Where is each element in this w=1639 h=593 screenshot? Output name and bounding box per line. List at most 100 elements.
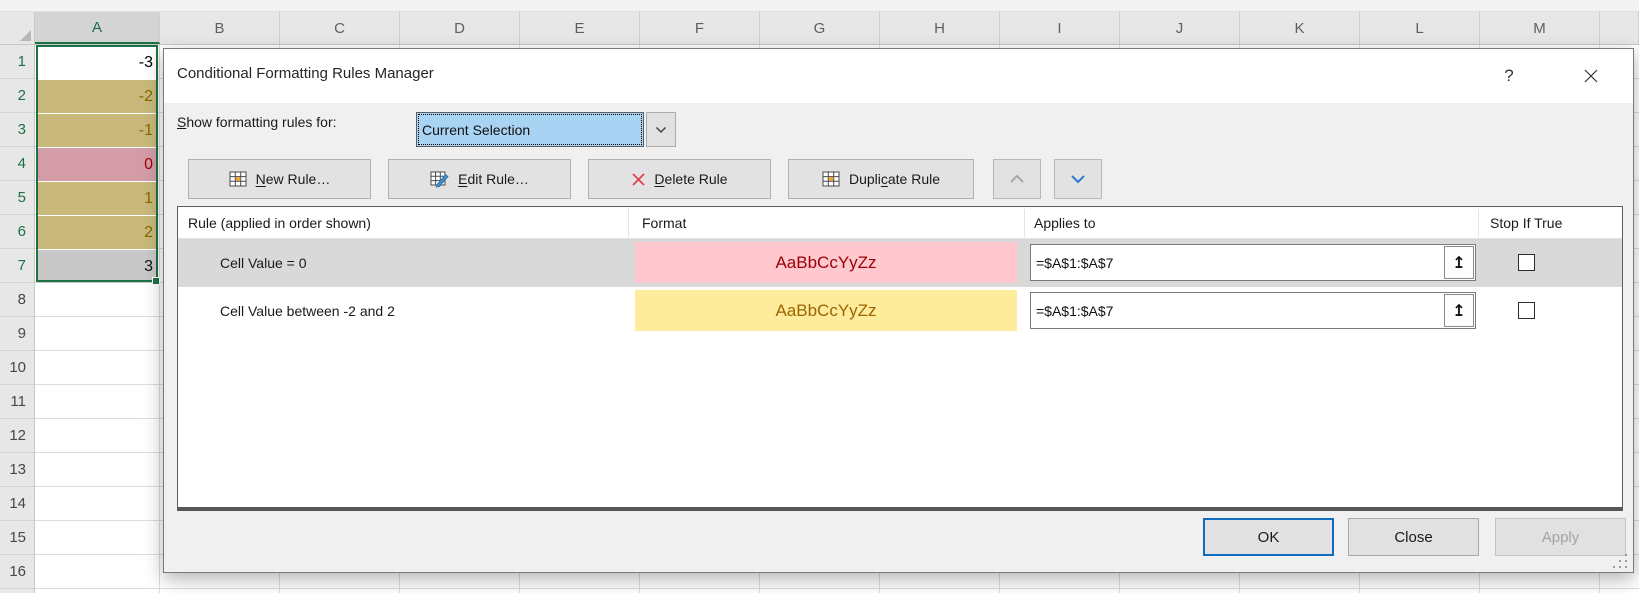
column-header-K[interactable]: K xyxy=(1240,12,1360,44)
header-format: Format xyxy=(642,207,686,239)
duplicate-rule-button[interactable]: Duplicate Rule xyxy=(788,159,974,199)
rule-description: Cell Value between -2 and 2 xyxy=(220,287,395,335)
column-header-D[interactable]: D xyxy=(400,12,520,44)
header-separator xyxy=(1024,209,1025,237)
cell-A1[interactable]: -3 xyxy=(37,46,158,79)
select-all-triangle-icon xyxy=(20,30,31,41)
rule-row-cell-value-0[interactable]: Cell Value = 0 AaBbCcYyZz ↥ xyxy=(178,239,1622,287)
apply-button[interactable]: Apply xyxy=(1495,518,1626,556)
edit-rule-button[interactable]: Edit Rule… xyxy=(388,159,571,199)
row-header-2[interactable]: 2 xyxy=(0,79,34,113)
row-header-12[interactable]: 12 xyxy=(0,419,34,453)
applies-to-field: ↥ xyxy=(1030,244,1476,281)
red-x-icon xyxy=(631,172,646,187)
applies-to-input[interactable] xyxy=(1031,255,1443,271)
row-header-1[interactable]: 1 xyxy=(0,45,34,79)
column-header-G[interactable]: G xyxy=(760,12,880,44)
conditional-formatting-rules-manager-dialog: Conditional Formatting Rules Manager ? S… xyxy=(163,48,1634,573)
chevron-down-icon xyxy=(655,126,667,134)
table-pencil-icon xyxy=(430,171,450,188)
chevron-down-icon xyxy=(1070,174,1086,184)
row-header-gutter: 12345678910111213141516 xyxy=(0,45,35,593)
row-header-8[interactable]: 8 xyxy=(0,283,34,317)
column-header-B[interactable]: B xyxy=(160,12,280,44)
column-header-J[interactable]: J xyxy=(1120,12,1240,44)
row-header-4[interactable]: 4 xyxy=(0,147,34,181)
column-header-H[interactable]: H xyxy=(880,12,1000,44)
applies-to-field: ↥ xyxy=(1030,292,1476,329)
rule-description: Cell Value = 0 xyxy=(220,239,307,287)
column-header-bar: ABCDEFGHIJKLM xyxy=(0,12,1639,45)
table-icon xyxy=(822,171,841,187)
duplicate-rule-label: Duplicate Rule xyxy=(849,171,940,187)
cell-A3[interactable]: -1 xyxy=(37,114,158,147)
fill-handle[interactable] xyxy=(152,277,160,285)
collapse-dialog-button[interactable]: ↥ xyxy=(1444,246,1474,279)
close-dialog-button[interactable] xyxy=(1576,62,1606,90)
move-rule-down-button[interactable] xyxy=(1054,159,1102,199)
row-header-13[interactable]: 13 xyxy=(0,453,34,487)
delete-rule-label: Delete Rule xyxy=(654,171,727,187)
row-header-10[interactable]: 10 xyxy=(0,351,34,385)
rule-row-cell-value-between[interactable]: Cell Value between -2 and 2 AaBbCcYyZz ↥ xyxy=(178,287,1622,335)
column-header-L[interactable]: L xyxy=(1360,12,1480,44)
cell-A5[interactable]: 1 xyxy=(37,182,158,215)
cell-A4[interactable]: 0 xyxy=(37,148,158,181)
show-rules-label: Show formatting rules for: xyxy=(177,114,337,130)
column-header-F[interactable]: F xyxy=(640,12,760,44)
format-preview-swatch: AaBbCcYyZz xyxy=(635,290,1017,331)
column-header-partial[interactable] xyxy=(1600,12,1639,44)
dialog-title: Conditional Formatting Rules Manager xyxy=(177,65,434,82)
header-separator xyxy=(1478,209,1479,237)
chevron-up-icon xyxy=(1009,174,1025,184)
header-applies-to: Applies to xyxy=(1034,207,1095,239)
column-header-E[interactable]: E xyxy=(520,12,640,44)
close-icon xyxy=(1584,69,1598,83)
row-header-9[interactable]: 9 xyxy=(0,317,34,351)
show-rules-dropdown[interactable]: Current Selection xyxy=(416,112,676,147)
header-separator xyxy=(628,209,629,237)
format-preview-swatch: AaBbCcYyZz xyxy=(635,242,1017,283)
dropdown-arrow-button[interactable] xyxy=(646,112,676,147)
row-header-15[interactable]: 15 xyxy=(0,521,34,555)
row-header-16[interactable]: 16 xyxy=(0,555,34,589)
column-header-M[interactable]: M xyxy=(1480,12,1600,44)
help-button[interactable]: ? xyxy=(1494,62,1524,90)
collapse-dialog-button[interactable]: ↥ xyxy=(1444,294,1474,327)
stop-if-true-checkbox[interactable] xyxy=(1518,302,1535,319)
move-rule-up-button[interactable] xyxy=(993,159,1041,199)
row-header-5[interactable]: 5 xyxy=(0,181,34,215)
cell-A6[interactable]: 2 xyxy=(37,216,158,249)
select-all-button[interactable] xyxy=(0,12,35,44)
formula-bar-edge xyxy=(0,0,1639,12)
close-button[interactable]: Close xyxy=(1348,518,1479,556)
header-stop-if-true: Stop If True xyxy=(1490,207,1562,239)
edit-rule-label: Edit Rule… xyxy=(458,171,529,187)
column-header-C[interactable]: C xyxy=(280,12,400,44)
collapse-arrow-icon: ↥ xyxy=(1452,253,1465,272)
cell-A7[interactable]: 3 xyxy=(37,250,158,283)
cell-A2[interactable]: -2 xyxy=(37,80,158,113)
resize-grip[interactable] xyxy=(1613,554,1629,570)
excel-window: ABCDEFGHIJKLM 12345678910111213141516 -3… xyxy=(0,0,1639,593)
header-rule: Rule (applied in order shown) xyxy=(188,207,371,239)
row-header-3[interactable]: 3 xyxy=(0,113,34,147)
column-header-A[interactable]: A xyxy=(35,12,160,44)
applies-to-input[interactable] xyxy=(1031,303,1443,319)
ok-button[interactable]: OK xyxy=(1203,518,1334,556)
row-header-14[interactable]: 14 xyxy=(0,487,34,521)
column-header-I[interactable]: I xyxy=(1000,12,1120,44)
row-header-6[interactable]: 6 xyxy=(0,215,34,249)
row-header-7[interactable]: 7 xyxy=(0,249,34,283)
rules-list: Rule (applied in order shown) Format App… xyxy=(177,206,1623,511)
new-rule-button[interactable]: New Rule… xyxy=(188,159,371,199)
collapse-arrow-icon: ↥ xyxy=(1452,301,1465,320)
dialog-title-bar[interactable]: Conditional Formatting Rules Manager ? xyxy=(164,49,1633,103)
delete-rule-button[interactable]: Delete Rule xyxy=(588,159,771,199)
row-header-11[interactable]: 11 xyxy=(0,385,34,419)
new-rule-label: New Rule… xyxy=(256,171,331,187)
rules-list-header: Rule (applied in order shown) Format App… xyxy=(178,207,1622,239)
table-icon xyxy=(229,171,248,187)
stop-if-true-checkbox[interactable] xyxy=(1518,254,1535,271)
show-rules-selected-value: Current Selection xyxy=(416,112,644,147)
